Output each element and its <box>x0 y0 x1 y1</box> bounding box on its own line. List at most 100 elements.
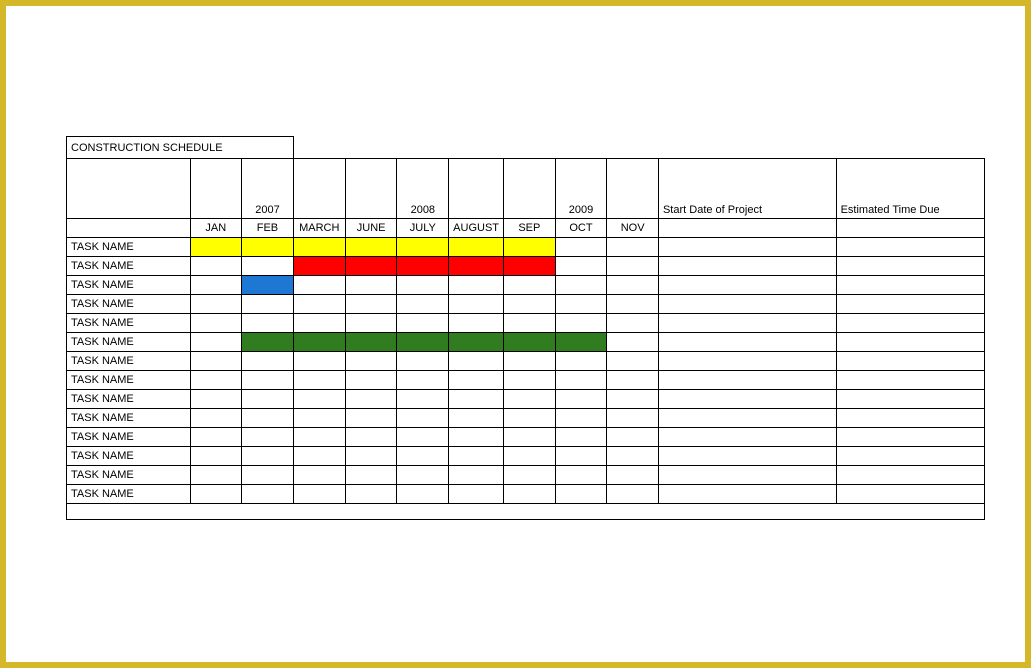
due-cell[interactable] <box>836 333 984 352</box>
gantt-cell[interactable] <box>449 447 504 466</box>
gantt-cell[interactable] <box>555 352 607 371</box>
start-date-cell[interactable] <box>658 409 836 428</box>
gantt-cell[interactable] <box>397 238 449 257</box>
gantt-cell[interactable] <box>345 390 397 409</box>
start-date-cell[interactable] <box>658 276 836 295</box>
gantt-cell[interactable] <box>242 409 294 428</box>
gantt-cell[interactable] <box>397 314 449 333</box>
gantt-cell[interactable] <box>397 390 449 409</box>
gantt-cell[interactable] <box>555 257 607 276</box>
gantt-cell[interactable] <box>449 333 504 352</box>
gantt-cell[interactable] <box>190 390 242 409</box>
gantt-cell[interactable] <box>449 390 504 409</box>
gantt-cell[interactable] <box>397 352 449 371</box>
task-name-cell[interactable]: TASK NAME <box>67 466 191 485</box>
gantt-cell[interactable] <box>345 257 397 276</box>
gantt-cell[interactable] <box>397 447 449 466</box>
due-cell[interactable] <box>836 238 984 257</box>
gantt-cell[interactable] <box>242 276 294 295</box>
gantt-cell[interactable] <box>190 371 242 390</box>
start-date-cell[interactable] <box>658 352 836 371</box>
gantt-cell[interactable] <box>345 371 397 390</box>
due-cell[interactable] <box>836 428 984 447</box>
task-name-cell[interactable]: TASK NAME <box>67 238 191 257</box>
gantt-cell[interactable] <box>345 333 397 352</box>
month-july[interactable]: JULY <box>397 219 449 238</box>
due-cell[interactable] <box>836 371 984 390</box>
gantt-cell[interactable] <box>607 238 659 257</box>
gantt-cell[interactable] <box>345 295 397 314</box>
gantt-cell[interactable] <box>190 314 242 333</box>
task-name-cell[interactable]: TASK NAME <box>67 314 191 333</box>
gantt-cell[interactable] <box>397 257 449 276</box>
due-cell[interactable] <box>836 409 984 428</box>
gantt-cell[interactable] <box>397 485 449 504</box>
due-cell[interactable] <box>836 257 984 276</box>
gantt-cell[interactable] <box>449 371 504 390</box>
gantt-cell[interactable] <box>504 447 556 466</box>
gantt-cell[interactable] <box>504 371 556 390</box>
task-name-cell[interactable]: TASK NAME <box>67 257 191 276</box>
gantt-cell[interactable] <box>397 371 449 390</box>
task-name-cell[interactable]: TASK NAME <box>67 485 191 504</box>
gantt-cell[interactable] <box>293 352 345 371</box>
task-name-cell[interactable]: TASK NAME <box>67 428 191 447</box>
gantt-cell[interactable] <box>345 352 397 371</box>
gantt-cell[interactable] <box>242 314 294 333</box>
due-cell[interactable] <box>836 276 984 295</box>
gantt-cell[interactable] <box>293 257 345 276</box>
gantt-cell[interactable] <box>242 466 294 485</box>
month-nov[interactable]: NOV <box>607 219 659 238</box>
due-cell[interactable] <box>836 466 984 485</box>
gantt-cell[interactable] <box>555 409 607 428</box>
gantt-cell[interactable] <box>504 257 556 276</box>
gantt-cell[interactable] <box>345 466 397 485</box>
start-date-cell[interactable] <box>658 314 836 333</box>
month-march[interactable]: MARCH <box>293 219 345 238</box>
gantt-cell[interactable] <box>293 295 345 314</box>
gantt-cell[interactable] <box>293 371 345 390</box>
task-name-cell[interactable]: TASK NAME <box>67 447 191 466</box>
month-feb[interactable]: FEB <box>242 219 294 238</box>
month-oct[interactable]: OCT <box>555 219 607 238</box>
gantt-cell[interactable] <box>555 390 607 409</box>
gantt-cell[interactable] <box>449 352 504 371</box>
due-cell[interactable] <box>836 352 984 371</box>
gantt-cell[interactable] <box>449 466 504 485</box>
gantt-cell[interactable] <box>345 314 397 333</box>
gantt-cell[interactable] <box>555 238 607 257</box>
start-date-cell[interactable] <box>658 447 836 466</box>
due-cell[interactable] <box>836 485 984 504</box>
task-name-cell[interactable]: TASK NAME <box>67 352 191 371</box>
gantt-cell[interactable] <box>293 276 345 295</box>
gantt-cell[interactable] <box>345 276 397 295</box>
gantt-cell[interactable] <box>504 466 556 485</box>
gantt-cell[interactable] <box>504 333 556 352</box>
gantt-cell[interactable] <box>555 447 607 466</box>
gantt-cell[interactable] <box>293 314 345 333</box>
gantt-cell[interactable] <box>607 295 659 314</box>
gantt-cell[interactable] <box>504 238 556 257</box>
gantt-cell[interactable] <box>555 428 607 447</box>
month-jan[interactable]: JAN <box>190 219 242 238</box>
gantt-cell[interactable] <box>607 428 659 447</box>
task-name-cell[interactable]: TASK NAME <box>67 276 191 295</box>
month-june[interactable]: JUNE <box>345 219 397 238</box>
gantt-cell[interactable] <box>293 428 345 447</box>
gantt-cell[interactable] <box>345 447 397 466</box>
month-sep[interactable]: SEP <box>504 219 556 238</box>
gantt-cell[interactable] <box>293 409 345 428</box>
gantt-cell[interactable] <box>449 238 504 257</box>
start-date-cell[interactable] <box>658 390 836 409</box>
gantt-cell[interactable] <box>293 390 345 409</box>
month-august[interactable]: AUGUST <box>449 219 504 238</box>
gantt-cell[interactable] <box>607 333 659 352</box>
gantt-cell[interactable] <box>607 447 659 466</box>
gantt-cell[interactable] <box>190 257 242 276</box>
due-cell[interactable] <box>836 390 984 409</box>
gantt-cell[interactable] <box>449 314 504 333</box>
gantt-cell[interactable] <box>293 333 345 352</box>
gantt-cell[interactable] <box>397 428 449 447</box>
gantt-cell[interactable] <box>293 238 345 257</box>
gantt-cell[interactable] <box>242 371 294 390</box>
